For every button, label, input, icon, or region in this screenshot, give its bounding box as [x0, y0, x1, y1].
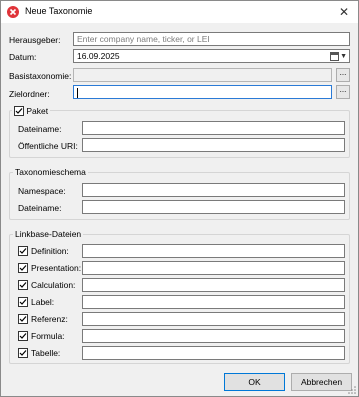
oeffentliche-uri-label: Öffentliche URI: — [18, 141, 78, 151]
paket-label: Paket — [26, 105, 49, 116]
linkbase-label-definition: Definition: — [31, 246, 69, 256]
calendar-icon[interactable] — [330, 52, 339, 61]
checkmark-icon — [19, 248, 27, 254]
checkmark-icon — [19, 316, 27, 322]
paket-dateiname-label: Dateiname: — [18, 124, 62, 134]
datum-value: 16.09.2025 — [77, 51, 120, 61]
checkmark-icon — [19, 265, 27, 271]
linkbase-label-presentation: Presentation: — [31, 263, 82, 273]
chevron-down-icon[interactable]: ▼ — [340, 51, 347, 63]
schema-dateiname-input[interactable] — [82, 200, 345, 214]
checkmark-icon — [15, 107, 23, 114]
namespace-input[interactable] — [82, 183, 345, 197]
checkmark-icon — [19, 333, 27, 339]
zielordner-browse-button[interactable]: ... — [336, 85, 350, 99]
datum-picker[interactable]: 16.09.2025 ▼ — [73, 49, 350, 63]
linkbase-label-tabelle: Tabelle: — [31, 348, 61, 358]
linkbase-label-label: Label: — [31, 297, 55, 307]
herausgeber-label: Herausgeber: — [9, 35, 61, 45]
linkbase-checkbox-calculation[interactable] — [18, 280, 28, 290]
ok-button[interactable]: OK — [224, 373, 285, 391]
basistaxonomie-input — [73, 68, 332, 82]
text-cursor — [77, 87, 78, 98]
linkbase-input-tabelle[interactable] — [82, 346, 345, 360]
basistaxonomie-label: Basistaxonomie: — [9, 71, 72, 81]
resize-grip-icon[interactable] — [348, 386, 356, 394]
close-icon[interactable]: ✕ — [336, 4, 352, 20]
herausgeber-placeholder: Enter company name, ticker, or LEI — [77, 34, 210, 44]
linkbase-checkbox-definition[interactable] — [18, 246, 28, 256]
cancel-button[interactable]: Abbrechen — [291, 373, 352, 391]
checkmark-icon — [19, 350, 27, 356]
linkbase-input-calculation[interactable] — [82, 278, 345, 292]
window-title: Neue Taxonomie — [25, 6, 93, 16]
linkbase-checkbox-label[interactable] — [18, 297, 28, 307]
datum-label: Datum: — [9, 52, 37, 62]
title-bar: Neue Taxonomie ✕ — [1, 1, 358, 23]
linkbase-input-label[interactable] — [82, 295, 345, 309]
linkbase-input-definition[interactable] — [82, 244, 345, 258]
checkmark-icon — [19, 299, 27, 305]
zielordner-input[interactable] — [73, 85, 332, 99]
paket-dateiname-input[interactable] — [82, 121, 345, 135]
linkbase-checkbox-tabelle[interactable] — [18, 348, 28, 358]
linkbase-input-presentation[interactable] — [82, 261, 345, 275]
linkbase-label-formula: Formula: — [31, 331, 65, 341]
linkbase-input-referenz[interactable] — [82, 312, 345, 326]
linkbase-label-calculation: Calculation: — [31, 280, 76, 290]
schema-dateiname-label: Dateiname: — [18, 203, 62, 213]
basistaxonomie-browse-button[interactable]: ... — [336, 68, 350, 82]
namespace-label: Namespace: — [18, 186, 66, 196]
paket-group-header: Paket — [12, 105, 51, 117]
taxonomieschema-title: Taxonomieschema — [13, 167, 88, 177]
linkbase-checkbox-referenz[interactable] — [18, 314, 28, 324]
linkbase-label-referenz: Referenz: — [31, 314, 68, 324]
checkmark-icon — [19, 282, 27, 288]
oeffentliche-uri-input[interactable] — [82, 138, 345, 152]
linkbase-input-formula[interactable] — [82, 329, 345, 343]
zielordner-label: Zielordner: — [9, 89, 50, 99]
linkbase-checkbox-formula[interactable] — [18, 331, 28, 341]
linkbase-checkbox-presentation[interactable] — [18, 263, 28, 273]
paket-checkbox[interactable] — [14, 105, 24, 116]
app-icon — [7, 6, 19, 18]
linkbase-title: Linkbase-Dateien — [13, 229, 84, 239]
dialog-window: Neue Taxonomie ✕ Herausgeber: Enter comp… — [0, 0, 359, 397]
herausgeber-input[interactable]: Enter company name, ticker, or LEI — [73, 32, 350, 46]
